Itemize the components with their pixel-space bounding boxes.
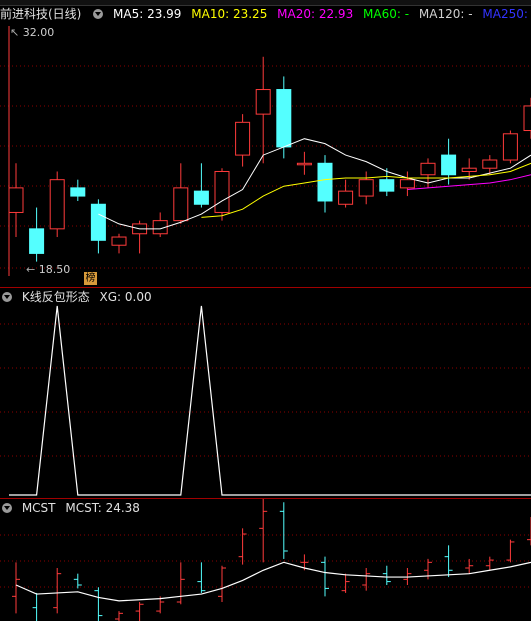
candle-body [276, 89, 292, 148]
candle-body [317, 162, 333, 202]
candle-body [173, 187, 189, 222]
candle-body [193, 190, 209, 205]
candle-body [214, 170, 230, 213]
candle-body [111, 236, 127, 246]
candle-body [399, 179, 415, 189]
candle-body [502, 133, 518, 161]
candle-body [29, 228, 45, 254]
candle-body [70, 187, 86, 197]
pattern-chart[interactable] [0, 288, 531, 498]
candle-body [338, 190, 354, 205]
kline-chart[interactable] [0, 6, 531, 286]
high-price-label: ↖ 32.00 [10, 26, 55, 39]
candle-body [441, 154, 457, 176]
candle-body [49, 179, 65, 230]
mcst-chart[interactable] [0, 499, 531, 621]
candle-body [379, 179, 395, 192]
mcst-line [15, 561, 531, 602]
candle-body [482, 159, 498, 169]
candle-body [235, 121, 251, 156]
candle-body [461, 167, 477, 172]
list-badge[interactable]: 榜 [84, 272, 97, 285]
candle-body [523, 105, 531, 132]
candle-body [255, 89, 271, 115]
candle-body [420, 162, 436, 176]
low-price-label: ← 18.50 [26, 263, 71, 276]
kline-panel[interactable]: 前进科技(日线) MA5: 23.99 MA10: 23.25 MA20: 22… [0, 6, 531, 286]
pattern-panel[interactable]: K线反包形态 XG: 0.00 [0, 287, 531, 498]
mcst-panel[interactable]: MCST MCST: 24.38 [0, 498, 531, 621]
candle-body [90, 203, 106, 241]
xg-signal-line [9, 305, 531, 496]
candle-body [358, 179, 374, 197]
ma5-line [98, 138, 531, 230]
candle-body [8, 187, 24, 213]
candle-body [296, 162, 312, 166]
